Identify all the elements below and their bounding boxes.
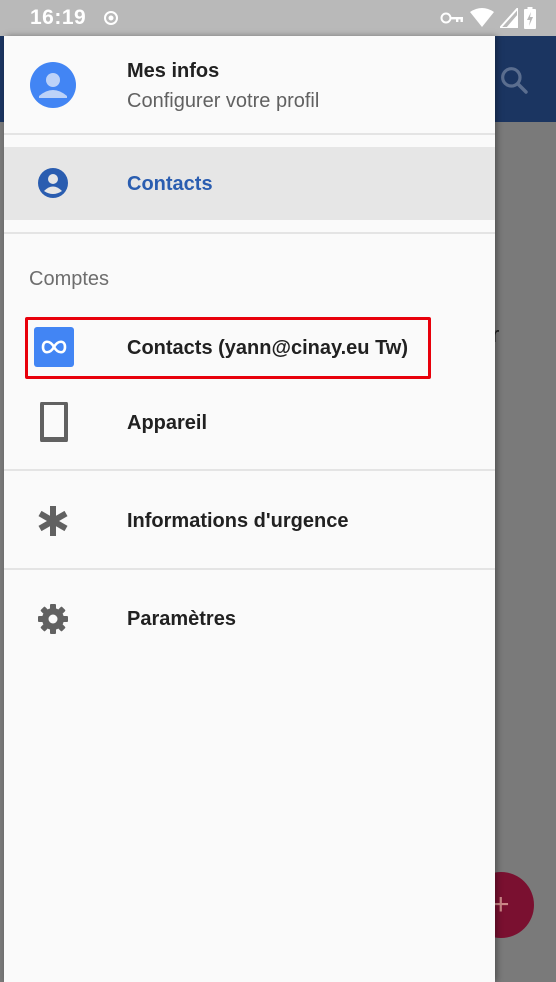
asterisk-icon [38, 506, 68, 536]
status-bar: 16:19 [0, 0, 556, 36]
divider [4, 232, 495, 234]
accounts-section-title: Comptes [29, 268, 110, 290]
gear-icon [38, 604, 68, 634]
menu-item-emergency-info[interactable]: Informations d'urgence [4, 491, 495, 551]
wifi-icon [470, 8, 494, 27]
account-circle-icon [38, 168, 68, 198]
status-time: 16:19 [30, 6, 87, 29]
vpn-key-icon [440, 12, 463, 24]
search-icon [501, 67, 528, 94]
signal-icon [500, 8, 518, 28]
menu-item-emergency-info-label: Informations d'urgence [127, 510, 349, 532]
profile-name: Mes infos [127, 60, 220, 82]
menu-item-settings-label: Paramètres [127, 608, 236, 630]
menu-item-settings[interactable]: Paramètres [4, 589, 495, 649]
profile-subtitle: Configurer votre profil [127, 90, 320, 112]
screen: r + 16:19 Mes infos Configurer votre pro… [0, 0, 556, 982]
phone-device-icon [40, 402, 68, 442]
divider [4, 133, 495, 135]
account-avatar-icon [30, 62, 76, 108]
status-icons [440, 7, 536, 29]
profile-header[interactable]: Mes infos Configurer votre profil [4, 36, 495, 134]
navigation-drawer: Mes infos Configurer votre profil Contac… [4, 36, 495, 982]
battery-charging-icon [524, 7, 536, 29]
highlight-annotation [25, 317, 431, 379]
divider [4, 469, 495, 471]
account-item-appareil[interactable]: Appareil [4, 392, 495, 454]
nav-item-contacts-label: Contacts [127, 173, 213, 195]
notification-dot-icon [104, 11, 118, 25]
divider [4, 568, 495, 570]
nav-item-contacts[interactable]: Contacts [4, 147, 495, 220]
account-item-appareil-label: Appareil [127, 412, 208, 434]
